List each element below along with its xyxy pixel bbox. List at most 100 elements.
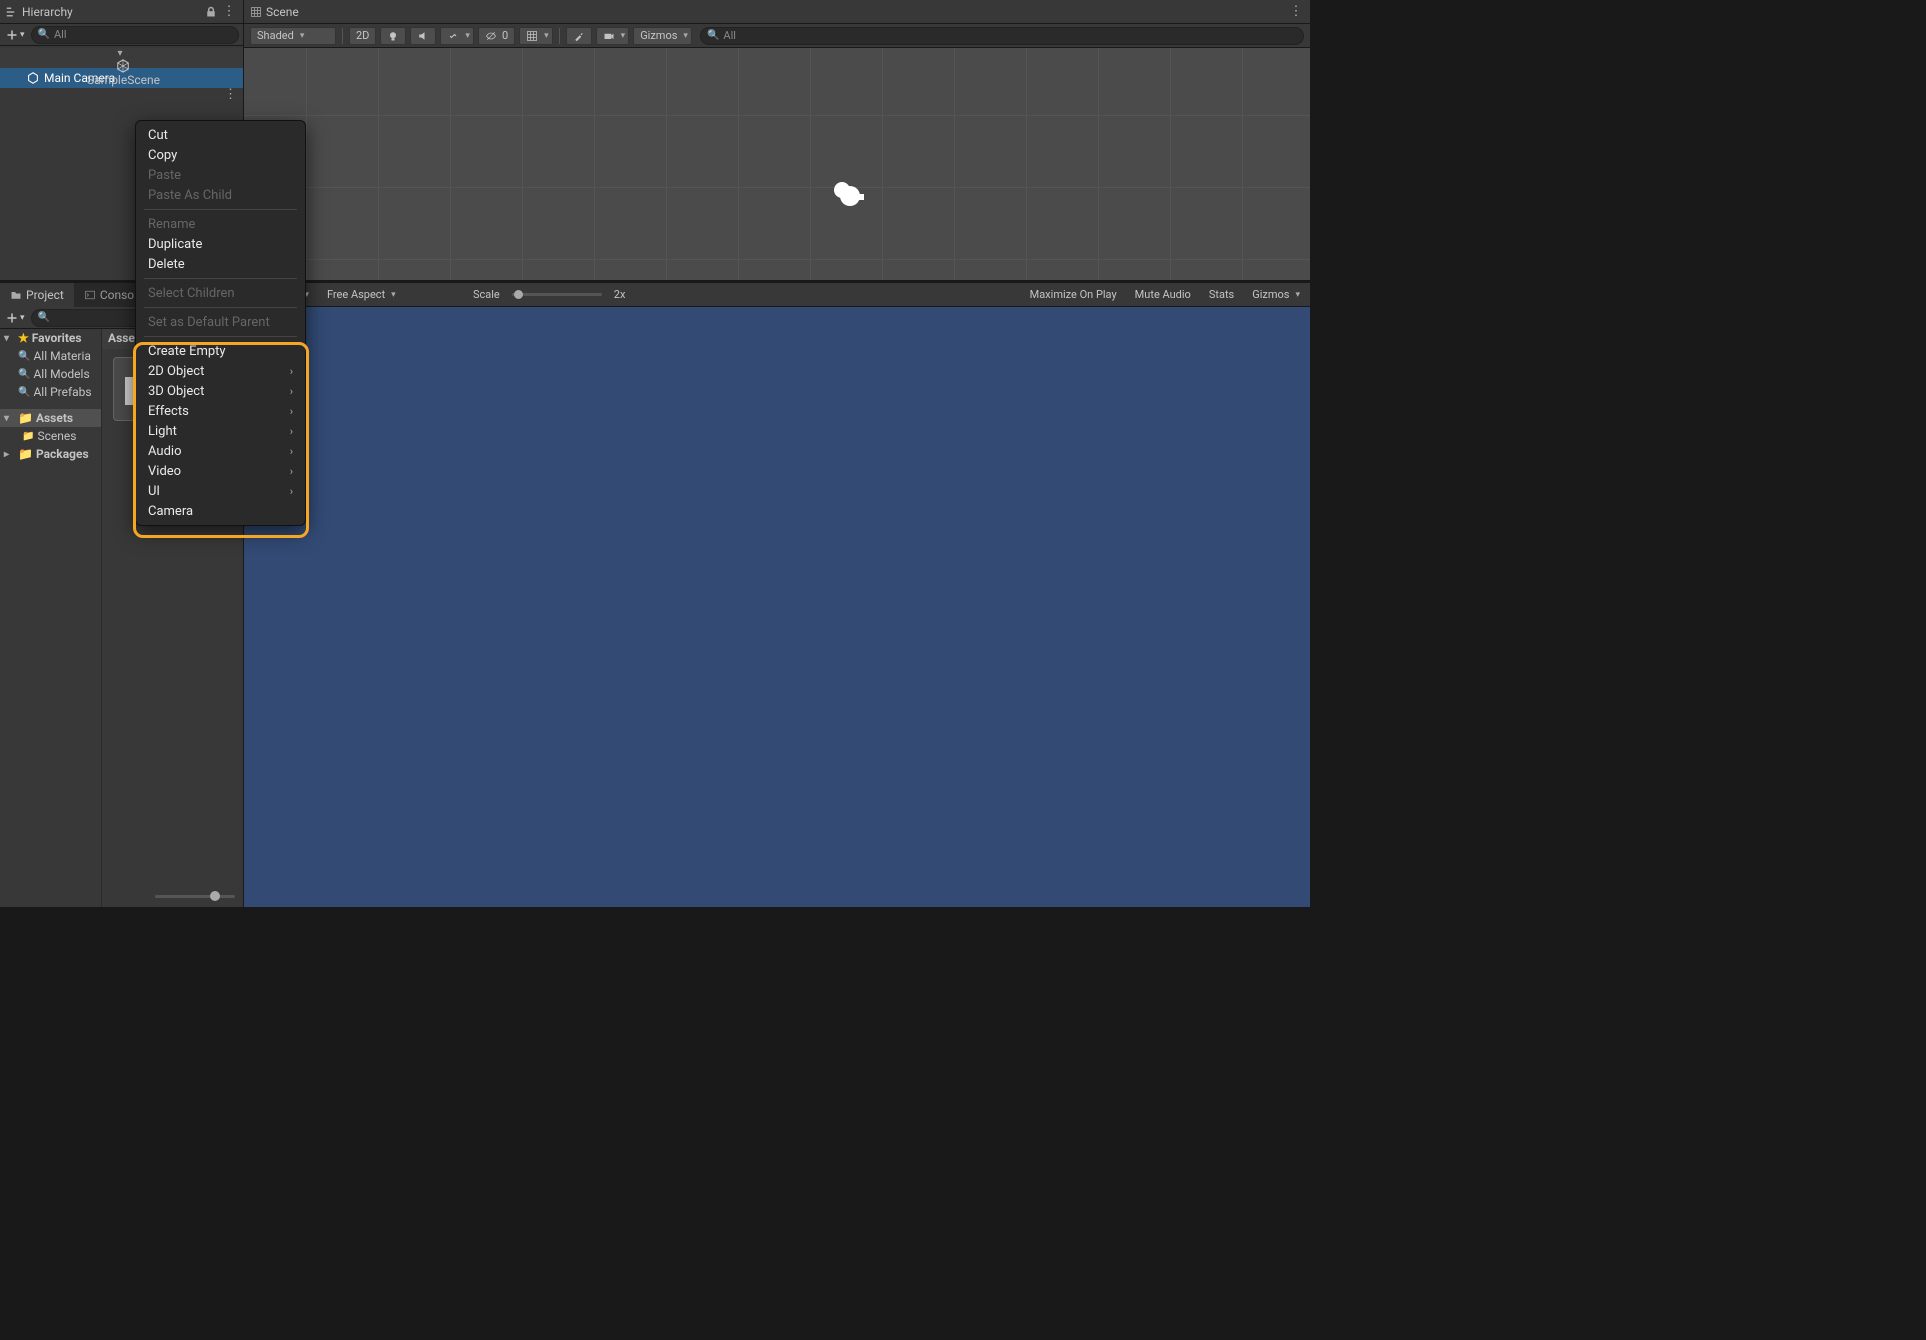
- chevron-right-icon: ›: [290, 445, 293, 458]
- project-tab[interactable]: Project: [0, 283, 74, 307]
- folder-item[interactable]: 📁Scenes: [0, 427, 101, 445]
- scene-toolbar: Shaded 2D 0 Gizmos 🔍 All: [244, 24, 1310, 48]
- context-menu-label: Duplicate: [148, 237, 202, 252]
- grid-dropdown[interactable]: [519, 27, 553, 45]
- context-menu-separator: [144, 209, 297, 210]
- menu-dots-icon[interactable]: ⋮: [221, 4, 237, 20]
- context-menu-label: 3D Object: [148, 384, 204, 399]
- project-folders: ▾★Favorites 🔍All Materia 🔍All Models 🔍Al…: [0, 329, 102, 907]
- context-menu-item-ui[interactable]: UI›: [136, 481, 305, 501]
- add-button[interactable]: ▾: [4, 312, 27, 324]
- grid-snap-icon: [526, 30, 538, 42]
- star-icon: ★: [18, 331, 29, 345]
- context-menu-label: Cut: [148, 128, 168, 143]
- plus-icon: [6, 29, 18, 41]
- scale-label: Scale: [467, 288, 506, 301]
- aspect-dropdown[interactable]: Free Aspect: [321, 288, 461, 301]
- scene-menu-icon[interactable]: ⋮: [224, 87, 237, 102]
- camera-dropdown[interactable]: [596, 27, 630, 45]
- scene-panel: Scene ⋮ Shaded 2D 0 Gizmos 🔍 All: [244, 0, 1310, 280]
- context-menu-label: Create Empty: [148, 344, 226, 359]
- chevron-down-icon: ▾: [118, 48, 130, 59]
- context-menu-label: Light: [148, 424, 177, 439]
- game-panel: Display 1 Free Aspect Scale 2x Maximize …: [244, 283, 1310, 907]
- context-menu-label: Effects: [148, 404, 189, 419]
- scene-viewport[interactable]: [244, 48, 1310, 280]
- context-menu-item-set-as-default-parent: Set as Default Parent: [136, 312, 305, 332]
- context-menu-item-delete[interactable]: Delete: [136, 254, 305, 274]
- tools-icon: [573, 30, 585, 42]
- context-menu-item-3d-object[interactable]: 3D Object›: [136, 381, 305, 401]
- hierarchy-toolbar: ▾ 🔍 All: [0, 24, 243, 46]
- context-menu-item-copy[interactable]: Copy: [136, 145, 305, 165]
- context-menu-item-rename: Rename: [136, 214, 305, 234]
- mute-audio-button[interactable]: Mute Audio: [1129, 288, 1197, 301]
- chevron-right-icon: ›: [290, 365, 293, 378]
- context-menu-item-effects[interactable]: Effects ›: [136, 401, 305, 421]
- camera-gizmo-icon[interactable]: [828, 180, 868, 210]
- search-icon: 🔍: [707, 30, 719, 41]
- context-menu-label: Paste As Child: [148, 188, 232, 203]
- chevron-right-icon: ›: [290, 465, 293, 478]
- chevron-right-icon: ›: [290, 425, 293, 438]
- hierarchy-search[interactable]: 🔍 All: [31, 26, 239, 44]
- favorites-header[interactable]: ▾★Favorites: [0, 329, 101, 347]
- audio-toggle[interactable]: [410, 27, 436, 45]
- hierarchy-header: Hierarchy ⋮: [0, 0, 243, 24]
- add-button[interactable]: ▾: [4, 29, 27, 41]
- hierarchy-icon: [6, 6, 18, 18]
- context-menu-item-duplicate[interactable]: Duplicate: [136, 234, 305, 254]
- lighting-toggle[interactable]: [380, 27, 406, 45]
- context-menu-label: 2D Object: [148, 364, 204, 379]
- stats-button[interactable]: Stats: [1203, 288, 1240, 301]
- tools-button[interactable]: [566, 27, 592, 45]
- mode-2d-toggle[interactable]: 2D: [349, 27, 376, 45]
- context-menu-item-camera[interactable]: Camera: [136, 501, 305, 521]
- context-menu-item-paste: Paste: [136, 165, 305, 185]
- chevron-right-icon: ›: [290, 405, 293, 418]
- favorite-item[interactable]: 🔍All Materia: [0, 347, 101, 365]
- context-menu-item-audio[interactable]: Audio›: [136, 441, 305, 461]
- scene-search[interactable]: 🔍 All: [700, 27, 1304, 45]
- favorite-item[interactable]: 🔍All Models: [0, 365, 101, 383]
- assets-footer: [102, 885, 243, 907]
- eye-slash-icon: [485, 30, 497, 42]
- console-icon: [84, 289, 96, 301]
- search-icon: 🔍: [18, 387, 30, 398]
- context-menu: Cut Copy Paste Paste As Child Rename Duplicat…: [135, 120, 306, 526]
- context-menu-label: Camera: [148, 504, 193, 519]
- context-menu-item-light[interactable]: Light ›: [136, 421, 305, 441]
- gizmos-dropdown[interactable]: Gizmos: [633, 27, 692, 45]
- thumbnail-size-slider[interactable]: [155, 895, 235, 898]
- maximize-on-play-button[interactable]: Maximize On Play: [1024, 288, 1123, 301]
- scene-name: SampleScene: [87, 73, 160, 87]
- context-menu-item-create-empty[interactable]: Create Empty: [136, 341, 305, 361]
- scene-row[interactable]: ▾ SampleScene ⋮: [0, 48, 243, 68]
- context-menu-label: Set as Default Parent: [148, 315, 270, 330]
- context-menu-label: UI: [148, 484, 160, 499]
- effects-dropdown[interactable]: [440, 27, 474, 45]
- folder-icon: 📁: [22, 431, 34, 442]
- context-menu-label: Delete: [148, 257, 185, 272]
- folder-icon: [10, 289, 22, 301]
- shading-mode-dropdown[interactable]: Shaded: [250, 27, 336, 45]
- game-viewport[interactable]: [244, 307, 1310, 907]
- effects-icon: [447, 30, 459, 42]
- menu-dots-icon[interactable]: ⋮: [1288, 4, 1304, 20]
- plus-icon: [6, 312, 18, 324]
- packages-folder[interactable]: ▸📁Packages: [0, 445, 101, 463]
- lock-icon[interactable]: [203, 4, 219, 20]
- scale-slider[interactable]: [512, 293, 602, 296]
- game-gizmos-dropdown[interactable]: Gizmos: [1246, 288, 1306, 301]
- context-menu-item-cut[interactable]: Cut: [136, 125, 305, 145]
- context-menu-label: Paste: [148, 168, 181, 183]
- favorite-item[interactable]: 🔍All Prefabs: [0, 383, 101, 401]
- assets-folder[interactable]: ▾📁Assets: [0, 409, 101, 427]
- context-menu-item-2d-object[interactable]: 2D Object ›: [136, 361, 305, 381]
- context-menu-item-video[interactable]: Video ›: [136, 461, 305, 481]
- speaker-icon: [417, 30, 429, 42]
- context-menu-label: Video: [148, 464, 181, 479]
- context-menu-separator: [144, 336, 297, 337]
- context-menu-separator: [144, 278, 297, 279]
- hidden-objects-toggle[interactable]: 0: [478, 27, 515, 45]
